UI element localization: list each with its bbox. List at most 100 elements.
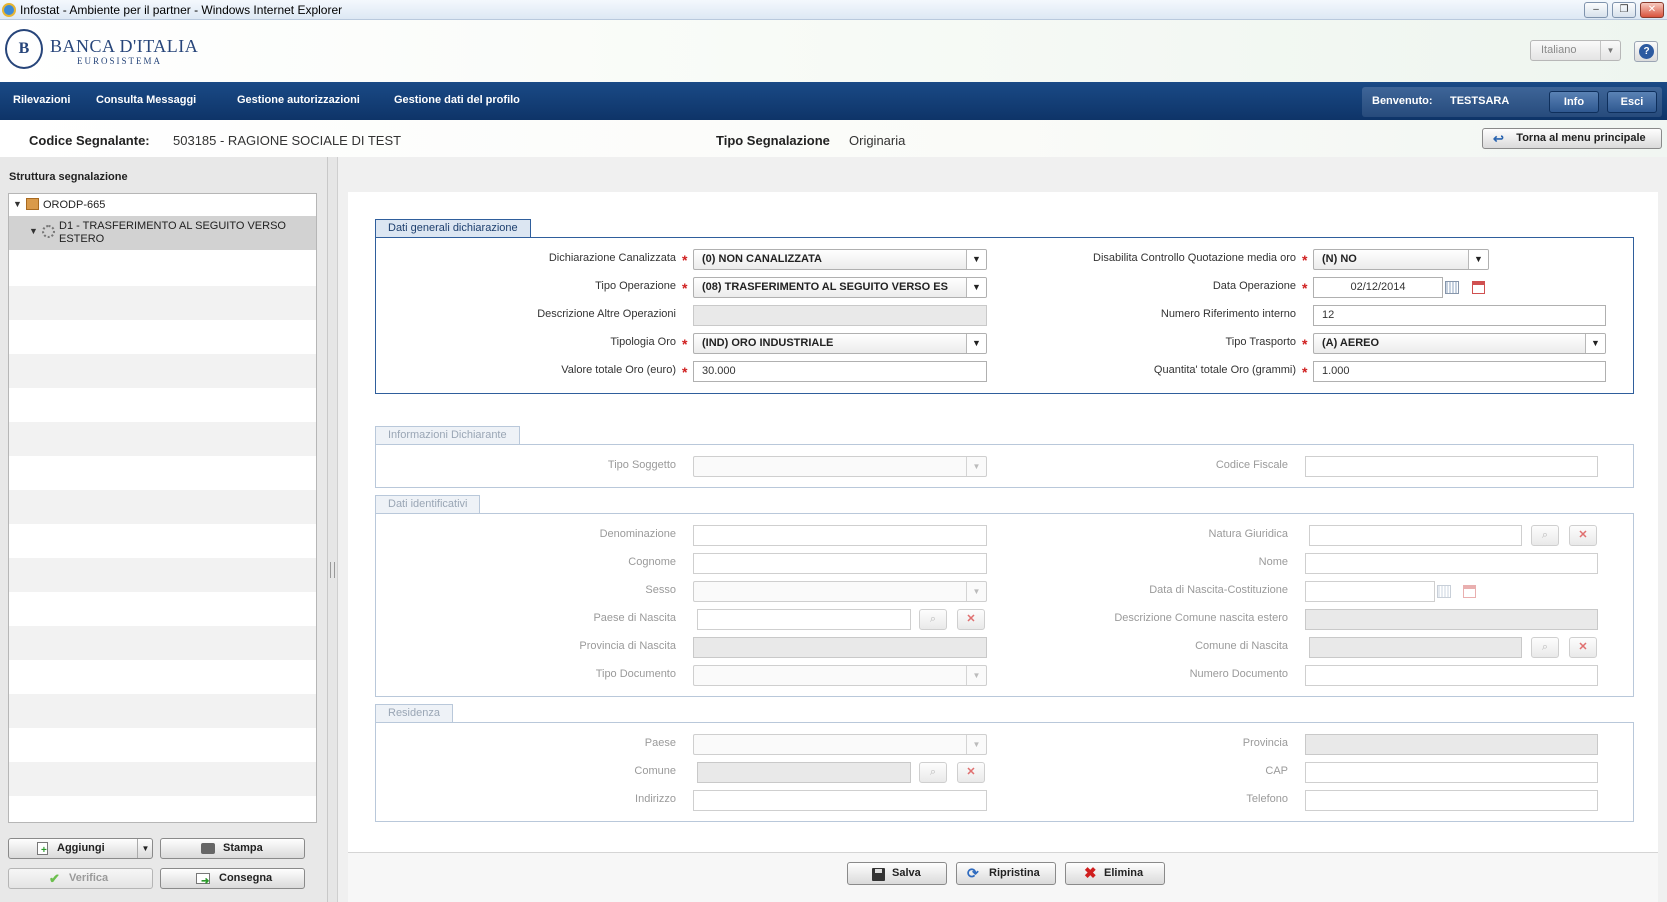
clear-icon[interactable]: ✕ xyxy=(1569,525,1597,546)
back-to-menu-button[interactable]: ↩ Torna al menu principale xyxy=(1482,128,1662,149)
tree-row-stripe xyxy=(9,354,316,388)
tipo-trasporto-select[interactable]: (A) AEREO ▼ xyxy=(1313,333,1606,354)
info-button[interactable]: Info xyxy=(1549,91,1599,113)
descrizione-comune-estero-field xyxy=(1305,609,1598,630)
numero-riferimento-label: Numero Riferimento interno xyxy=(1160,308,1296,320)
valore-totale-input[interactable]: 30.000 xyxy=(693,361,987,382)
clear-icon[interactable]: ✕ xyxy=(957,762,985,783)
comune-nascita-field xyxy=(1309,637,1522,658)
numero-documento-input[interactable] xyxy=(1305,665,1598,686)
tipo-segnalazione-value: Originaria xyxy=(849,133,906,148)
search-icon[interactable]: ⌕ xyxy=(1531,525,1559,546)
welcome-label: Benvenuto: xyxy=(1372,95,1433,107)
provincia-field xyxy=(1305,734,1598,755)
telefono-label: Telefono xyxy=(1246,793,1288,805)
nome-input[interactable] xyxy=(1305,553,1598,574)
codice-fiscale-label: Codice Fiscale xyxy=(1215,459,1288,471)
codice-segnalante-value: 503185 - RAGIONE SOCIALE DI TEST xyxy=(173,133,402,148)
restore-button[interactable]: ❐ xyxy=(1612,2,1636,18)
required-marker: * xyxy=(682,336,688,352)
tree-title: Struttura segnalazione xyxy=(9,171,128,183)
tree-row-stripe xyxy=(9,694,316,728)
tree-node-root[interactable]: ▼ ORODP-665 xyxy=(9,194,316,216)
select-value: (08) TRASFERIMENTO AL SEGUITO VERSO ES xyxy=(702,281,948,293)
codice-segnalante-label: Codice Segnalante: xyxy=(29,133,150,148)
verify-button[interactable]: ✔ Verifica xyxy=(8,868,153,889)
delete-label: Elimina xyxy=(1104,867,1144,879)
exit-button[interactable]: Esci xyxy=(1607,91,1657,113)
language-select[interactable]: Italiano ▼ xyxy=(1530,40,1621,61)
data-nascita-input[interactable] xyxy=(1305,581,1435,602)
clear-icon[interactable]: ✕ xyxy=(1569,637,1597,658)
search-icon[interactable]: ⌕ xyxy=(919,762,947,783)
expand-icon: ▼ xyxy=(29,226,38,236)
tipo-soggetto-select[interactable]: ▼ xyxy=(693,456,987,477)
paese-select[interactable]: ▼ xyxy=(693,734,987,755)
tipo-operazione-select[interactable]: (08) TRASFERIMENTO AL SEGUITO VERSO ES ▼ xyxy=(693,277,987,298)
ie-icon xyxy=(2,3,16,17)
indirizzo-input[interactable] xyxy=(693,790,987,811)
app-header xyxy=(0,20,1667,82)
natura-giuridica-input[interactable] xyxy=(1309,525,1522,546)
comune-nascita-label: Comune di Nascita xyxy=(1195,640,1288,652)
clear-date-icon[interactable] xyxy=(1472,281,1485,294)
tipo-soggetto-label: Tipo Soggetto xyxy=(607,459,676,471)
search-icon[interactable]: ⌕ xyxy=(919,609,947,630)
required-marker: * xyxy=(1302,364,1308,380)
cognome-input[interactable] xyxy=(693,553,987,574)
calendar-icon[interactable] xyxy=(1445,281,1459,294)
window-title: Infostat - Ambiente per il partner - Win… xyxy=(20,3,343,17)
checkmark-icon: ✔ xyxy=(49,871,60,886)
sesso-select[interactable]: ▼ xyxy=(693,581,987,602)
section-title: Dati identificativi xyxy=(375,495,481,513)
deliver-button[interactable]: ➜ Consegna xyxy=(160,868,305,889)
help-button[interactable]: ? xyxy=(1634,41,1658,62)
chevron-down-icon[interactable]: ▼ xyxy=(137,839,153,858)
clear-icon[interactable]: ✕ xyxy=(957,609,985,630)
tree-node-d1[interactable]: ▼ D1 - TRASFERIMENTO AL SEGUITO VERSO ES… xyxy=(9,216,316,250)
tipo-documento-select[interactable]: ▼ xyxy=(693,665,987,686)
numero-riferimento-input[interactable]: 12 xyxy=(1313,305,1606,326)
codice-fiscale-input[interactable] xyxy=(1305,456,1598,477)
quantita-totale-input[interactable]: 1.000 xyxy=(1313,361,1606,382)
print-button[interactable]: Stampa xyxy=(160,838,305,859)
save-label: Salva xyxy=(892,867,921,879)
panel-splitter[interactable] xyxy=(328,157,338,902)
clear-date-icon[interactable] xyxy=(1463,585,1476,598)
nav-item-rilevazioni[interactable]: Rilevazioni xyxy=(13,94,70,106)
reset-button[interactable]: ⟳ Ripristina xyxy=(956,862,1056,885)
minimize-button[interactable]: – xyxy=(1584,2,1608,18)
data-operazione-input[interactable]: 02/12/2014 xyxy=(1313,277,1443,298)
verify-label: Verifica xyxy=(69,872,109,884)
data-nascita-label: Data di Nascita-Costituzione xyxy=(1149,584,1288,596)
descrizione-comune-estero-label: Descrizione Comune nascita estero xyxy=(1114,612,1288,624)
add-label: Aggiungi xyxy=(57,842,105,854)
deliver-label: Consegna xyxy=(219,872,273,884)
refresh-icon: ⟳ xyxy=(967,865,979,881)
add-button[interactable]: + Aggiungi ▼ xyxy=(8,838,153,859)
paese-nascita-input[interactable] xyxy=(697,609,911,630)
section-title: Informazioni Dichiarante xyxy=(375,426,520,444)
nav-item-gestione-profilo[interactable]: Gestione dati del profilo xyxy=(394,94,520,106)
nav-item-consulta-messaggi[interactable]: Consulta Messaggi xyxy=(96,94,196,106)
chevron-down-icon: ▼ xyxy=(1468,250,1488,269)
save-button[interactable]: Salva xyxy=(847,862,947,885)
search-icon[interactable]: ⌕ xyxy=(1531,637,1559,658)
cap-input[interactable] xyxy=(1305,762,1598,783)
nav-item-gestione-autorizzazioni[interactable]: Gestione autorizzazioni xyxy=(237,94,360,106)
chevron-down-icon: ▼ xyxy=(966,666,986,685)
numero-documento-label: Numero Documento xyxy=(1189,668,1288,680)
telefono-input[interactable] xyxy=(1305,790,1598,811)
deliver-icon: ➜ xyxy=(196,873,210,887)
close-window-button[interactable]: ✕ xyxy=(1640,2,1664,18)
calendar-icon[interactable] xyxy=(1437,585,1451,598)
tipologia-oro-select[interactable]: (IND) ORO INDUSTRIALE ▼ xyxy=(693,333,987,354)
comune-label: Comune xyxy=(634,765,676,777)
denominazione-input[interactable] xyxy=(693,525,987,546)
disabilita-controllo-select[interactable]: (N) NO ▼ xyxy=(1313,249,1489,270)
paese-label: Paese xyxy=(644,737,676,749)
tipo-trasporto-label: Tipo Trasporto xyxy=(1225,336,1296,348)
dichiarazione-canalizzata-select[interactable]: (0) NON CANALIZZATA ▼ xyxy=(693,249,987,270)
required-marker: * xyxy=(1302,280,1308,296)
delete-button[interactable]: ✖ Elimina xyxy=(1065,862,1165,885)
